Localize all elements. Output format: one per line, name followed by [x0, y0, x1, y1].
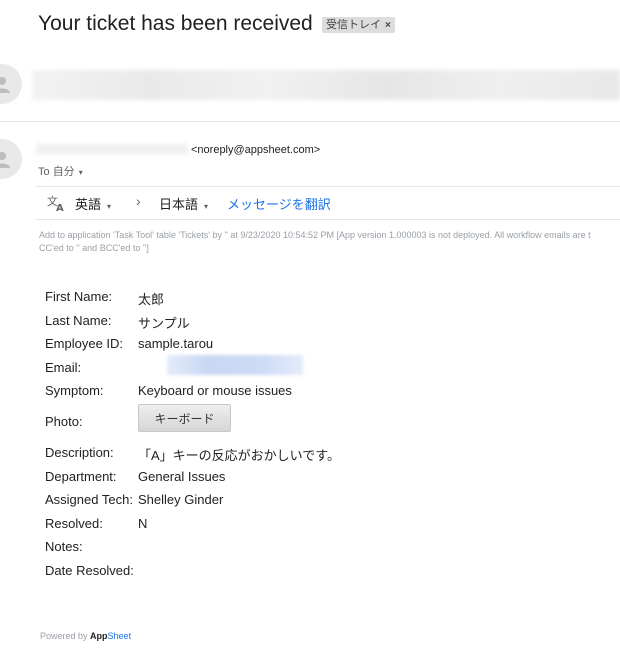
- photo-button-label: キーボード: [154, 411, 215, 426]
- employee-id-value: sample.tarou: [138, 336, 214, 351]
- symptom-label: Symptom:: [45, 383, 104, 398]
- photo-button[interactable]: キーボード: [138, 404, 231, 432]
- to-prefix: To: [38, 166, 50, 178]
- chevron-down-icon[interactable]: ▾: [79, 168, 83, 177]
- redacted-email-value: [167, 355, 303, 375]
- last-name-value: サンプル: [138, 316, 190, 331]
- meta-line-1: Add to application 'Task Tool' table 'Ti…: [39, 230, 591, 240]
- source-language-select[interactable]: 英語 ▾: [75, 194, 111, 213]
- powered-by-footer: Powered by AppSheet: [40, 631, 131, 641]
- powered-by-text: Powered by: [40, 631, 88, 641]
- resolved-label: Resolved:: [45, 516, 103, 531]
- avatar[interactable]: [0, 64, 22, 104]
- assigned-tech-value: Shelley Ginder: [138, 492, 224, 507]
- resolved-value: N: [138, 516, 148, 531]
- chevron-down-icon: ▾: [107, 202, 112, 211]
- appsheet-logo-app: App: [90, 631, 108, 641]
- first-name-label: First Name:: [45, 289, 113, 304]
- source-language: 英語: [75, 197, 102, 212]
- assigned-tech-label: Assigned Tech:: [45, 492, 133, 507]
- person-icon: [0, 152, 10, 168]
- chevron-right-icon: ›: [136, 193, 141, 209]
- photo-label: Photo:: [45, 414, 83, 429]
- person-icon: [0, 77, 10, 93]
- target-language-select[interactable]: 日本語 ▾: [159, 194, 208, 213]
- description-label: Description:: [45, 445, 114, 460]
- email-label: Email:: [45, 360, 82, 375]
- appsheet-logo-sheet: Sheet: [107, 631, 132, 641]
- last-name-label: Last Name:: [45, 313, 112, 328]
- remove-label-icon[interactable]: ×: [385, 20, 391, 31]
- recipient-line[interactable]: To 自分 ▾: [38, 163, 83, 179]
- email-subject: Your ticket has been received: [38, 12, 313, 35]
- description-value: 「A」キーの反応がおかしいです。: [138, 448, 340, 463]
- date-resolved-label: Date Resolved:: [45, 563, 134, 578]
- translate-message-link[interactable]: メッセージを翻訳: [227, 194, 331, 213]
- meta-line-2: CC'ed to '' and BCC'ed to '']: [39, 243, 149, 253]
- redacted-sender-name: [36, 144, 188, 154]
- avatar[interactable]: [0, 139, 22, 179]
- sender-address: <noreply@appsheet.com>: [191, 144, 321, 156]
- first-name-value: 太郎: [138, 292, 165, 307]
- inbox-label-text: 受信トレイ: [326, 19, 381, 31]
- redacted-message-preview: [32, 70, 620, 100]
- message-divider: [0, 121, 620, 122]
- svg-text:A: A: [56, 203, 64, 213]
- symptom-value: Keyboard or mouse issues: [138, 383, 292, 398]
- translate-icon: 文 A: [46, 193, 66, 218]
- employee-id-label: Employee ID:: [45, 336, 124, 351]
- department-value: General Issues: [138, 469, 226, 484]
- inbox-label-chip[interactable]: 受信トレイ ×: [322, 17, 395, 33]
- department-label: Department:: [45, 469, 117, 484]
- target-language: 日本語: [159, 197, 199, 212]
- workflow-meta-info: Add to application 'Task Tool' table 'Ti…: [39, 229, 620, 255]
- notes-label: Notes:: [45, 539, 83, 554]
- to-name: 自分: [52, 166, 75, 178]
- chevron-down-icon: ▾: [204, 202, 209, 211]
